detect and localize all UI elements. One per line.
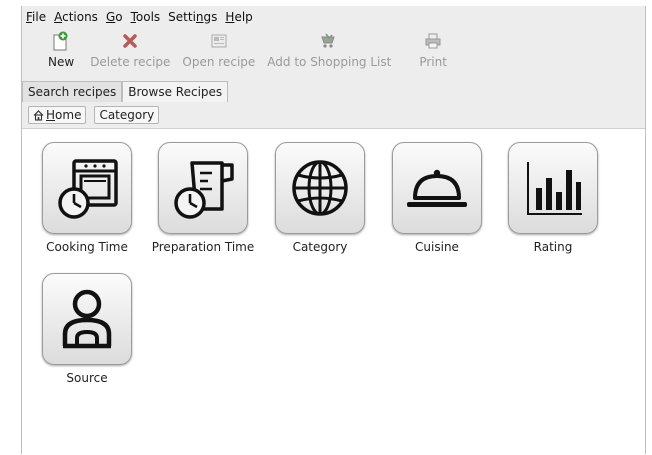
menu-settings[interactable]: Settings: [164, 10, 221, 24]
tile-cooking-time[interactable]: Cooking Time: [32, 142, 142, 254]
cloche-icon: [407, 169, 467, 207]
oven-clock-icon: [58, 159, 118, 219]
breadcrumb-home[interactable]: Home: [28, 106, 87, 124]
menu-go[interactable]: Go: [102, 10, 127, 24]
new-button[interactable]: New: [42, 30, 80, 78]
app-window: File Actions Go Tools Settings Help New: [21, 6, 646, 455]
menu-file[interactable]: File: [22, 10, 50, 24]
delete-icon: [122, 30, 138, 52]
open-recipe-label: Open recipe: [182, 55, 256, 69]
source-button[interactable]: [42, 273, 132, 365]
delete-recipe-label: Delete recipe: [90, 55, 171, 69]
tab-browse-recipes[interactable]: Browse Recipes: [122, 81, 229, 102]
delete-recipe-button[interactable]: Delete recipe: [84, 30, 176, 78]
globe-icon: [292, 160, 348, 216]
rating-button[interactable]: [508, 142, 598, 234]
tile-category[interactable]: Category: [265, 142, 375, 254]
menu-tools[interactable]: Tools: [127, 10, 165, 24]
source-label: Source: [66, 371, 108, 385]
add-to-shopping-list-button[interactable]: Add to Shopping List: [261, 30, 397, 78]
printer-icon: [425, 30, 441, 52]
open-recipe-button[interactable]: Open recipe: [176, 30, 261, 78]
home-icon: [33, 109, 44, 121]
cuisine-label: Cuisine: [415, 240, 459, 254]
browse-area: Cooking Time Preparation Time Category C…: [22, 128, 645, 455]
preparation-time-button[interactable]: [158, 142, 248, 234]
tile-preparation-time[interactable]: Preparation Time: [148, 142, 258, 254]
shopping-cart-icon: [320, 30, 338, 52]
menu-help[interactable]: Help: [221, 10, 256, 24]
tab-search-recipes[interactable]: Search recipes: [22, 81, 123, 102]
print-button[interactable]: Print: [413, 30, 453, 78]
breadcrumb: Home Category: [22, 103, 645, 127]
category-button[interactable]: [275, 142, 365, 234]
breadcrumb-category[interactable]: Category: [94, 106, 160, 124]
cooking-time-button[interactable]: [42, 142, 132, 234]
add-to-shopping-list-label: Add to Shopping List: [267, 55, 392, 69]
cooking-time-label: Cooking Time: [46, 240, 128, 254]
tile-cuisine[interactable]: Cuisine: [382, 142, 492, 254]
tab-bar: Search recipes Browse Recipes: [22, 81, 645, 102]
menu-actions[interactable]: Actions: [50, 10, 102, 24]
cuisine-button[interactable]: [392, 142, 482, 234]
new-button-label: New: [48, 55, 75, 69]
print-label: Print: [419, 55, 447, 69]
toolbar: New Delete recipe Open recipe Add to Sho…: [22, 30, 645, 78]
tile-rating[interactable]: Rating: [498, 142, 608, 254]
measuring-cup-clock-icon: [174, 161, 234, 219]
menubar: File Actions Go Tools Settings Help: [22, 6, 645, 28]
person-icon: [62, 289, 112, 349]
open-recipe-icon: [211, 30, 227, 52]
category-label: Category: [292, 240, 348, 254]
tile-source[interactable]: Source: [32, 273, 142, 385]
rating-label: Rating: [533, 240, 573, 254]
preparation-time-label: Preparation Time: [151, 240, 255, 254]
bar-chart-icon: [527, 162, 582, 215]
new-document-icon: [52, 30, 70, 52]
